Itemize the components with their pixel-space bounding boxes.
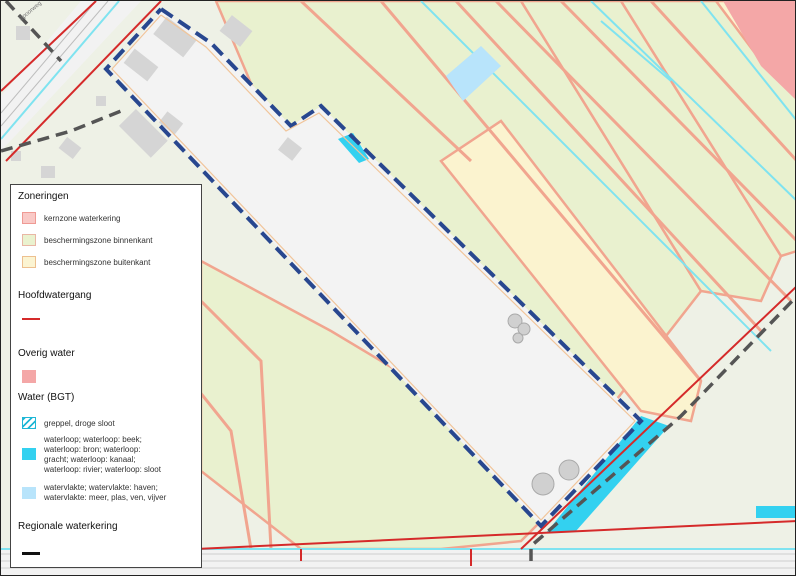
legend-title-hoofdwatergang: Hoofdwatergang: [18, 290, 92, 301]
legend-item-buitenkant: beschermingszone buitenkant: [44, 258, 151, 267]
waterloop-line-1: waterloop; waterloop: beek;: [44, 435, 142, 444]
legend-item-kernzone: kernzone waterkering: [44, 214, 121, 223]
regionale-waterkering-line-icon: [22, 552, 40, 555]
buitenkant-swatch: [22, 256, 36, 268]
overig-water-swatch: [22, 370, 36, 383]
legend-item-waterloop: waterloop; waterloop: beek; waterloop: b…: [44, 435, 161, 475]
legend-item-binnenkant: beschermingszone binnenkant: [44, 236, 153, 245]
map-frame[interactable]: Spoorweg Zoneringen kernzone waterkering…: [0, 0, 796, 576]
watervlakte-line-2: watervlakte: meer, plas, ven, vijver: [44, 493, 167, 502]
waterloop-line-3: gracht; waterloop: kanaal;: [44, 455, 136, 464]
waterloop-bottom-right: [756, 506, 795, 518]
map-legend: Zoneringen kernzone waterkering bescherm…: [10, 184, 202, 568]
legend-title-regionale-waterkering: Regionale waterkering: [18, 521, 118, 532]
legend-item-watervlakte: watervlakte; watervlakte: haven; watervl…: [44, 483, 166, 503]
legend-title-zoneringen: Zoneringen: [18, 191, 69, 202]
legend-title-water-bgt: Water (BGT): [18, 392, 75, 403]
watervlakte-swatch: [22, 487, 36, 499]
kernzone-swatch: [22, 212, 36, 224]
waterloop-line-2: waterloop: bron; waterloop:: [44, 445, 141, 454]
hoofdwatergang-line-icon: [22, 318, 40, 320]
legend-item-greppel: greppel, droge sloot: [44, 419, 115, 428]
waterloop-line-4: waterloop: rivier; waterloop: sloot: [44, 465, 161, 474]
watervlakte-line-1: watervlakte; watervlakte: haven;: [44, 483, 158, 492]
greppel-swatch: [22, 417, 36, 429]
waterloop-swatch: [22, 448, 36, 460]
binnenkant-swatch: [22, 234, 36, 246]
legend-title-overig-water: Overig water: [18, 348, 75, 359]
